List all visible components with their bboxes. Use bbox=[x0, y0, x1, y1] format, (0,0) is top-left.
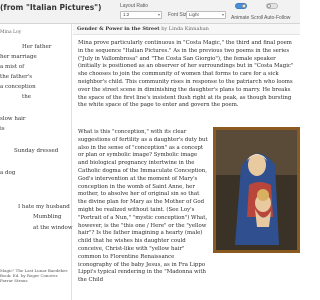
layout-ratio-label: Layout Ratio bbox=[120, 3, 149, 9]
poem-line: Mumbling bbox=[33, 214, 62, 220]
poem-panel: Mina Loy Her father her marriage a mist … bbox=[0, 24, 73, 300]
chevron-down-icon: ▾ bbox=[157, 12, 160, 17]
toolbar: (from "Italian Pictures") Layout Ratio 1… bbox=[0, 0, 300, 24]
poem-line: is bbox=[0, 126, 5, 132]
poem-line: the father's bbox=[0, 74, 33, 80]
poem-line: Sunday dressed bbox=[14, 148, 59, 154]
animate-scroll-toggle[interactable] bbox=[235, 3, 247, 9]
commentary-paragraph: Mina prove particularly continuous in "C… bbox=[78, 40, 294, 109]
poem-line: Her father bbox=[22, 44, 52, 50]
chevron-down-icon: ▾ bbox=[221, 12, 224, 17]
font-size-select[interactable]: Light ▾ bbox=[186, 11, 226, 19]
animate-scroll-label: Animate Scroll bbox=[231, 15, 264, 21]
commentary-header: Gender & Power in the Street by Linda Ki… bbox=[73, 24, 300, 35]
auto-follow-label: Auto-Follow bbox=[264, 15, 291, 21]
layout-ratio-value: 1:2 bbox=[123, 12, 130, 17]
poem-line: slow hair bbox=[0, 116, 26, 122]
poem-line: at the window bbox=[33, 225, 73, 231]
poem-line: a mist of bbox=[0, 64, 25, 70]
poem-line: her marriage bbox=[0, 54, 37, 60]
layout-ratio-select[interactable]: 1:2 ▾ bbox=[120, 11, 162, 19]
poem-line: a conception bbox=[0, 84, 36, 90]
poem-line: a dog bbox=[0, 170, 16, 176]
toggle-knob bbox=[267, 4, 271, 8]
painting-image bbox=[213, 127, 300, 253]
auto-follow-toggle[interactable] bbox=[266, 3, 278, 9]
toggle-knob bbox=[242, 4, 246, 8]
madonna-painting bbox=[213, 127, 300, 253]
commentary-title: Gender & Power in the Street bbox=[77, 26, 160, 32]
poem-line: I hate my husband bbox=[18, 204, 70, 210]
poem-author: Mina Loy bbox=[0, 30, 22, 35]
font-size-value: Light bbox=[189, 12, 199, 17]
poem-line: the bbox=[22, 94, 32, 100]
commentary-byline: by Linda Kinnahan bbox=[161, 26, 209, 32]
document-title: (from "Italian Pictures") bbox=[0, 3, 102, 12]
commentary-paragraph: What is this "conception," with its clea… bbox=[78, 129, 208, 284]
poem-credits: Magic" The Last Lunar Baedeker. Book: Ed… bbox=[0, 268, 69, 283]
